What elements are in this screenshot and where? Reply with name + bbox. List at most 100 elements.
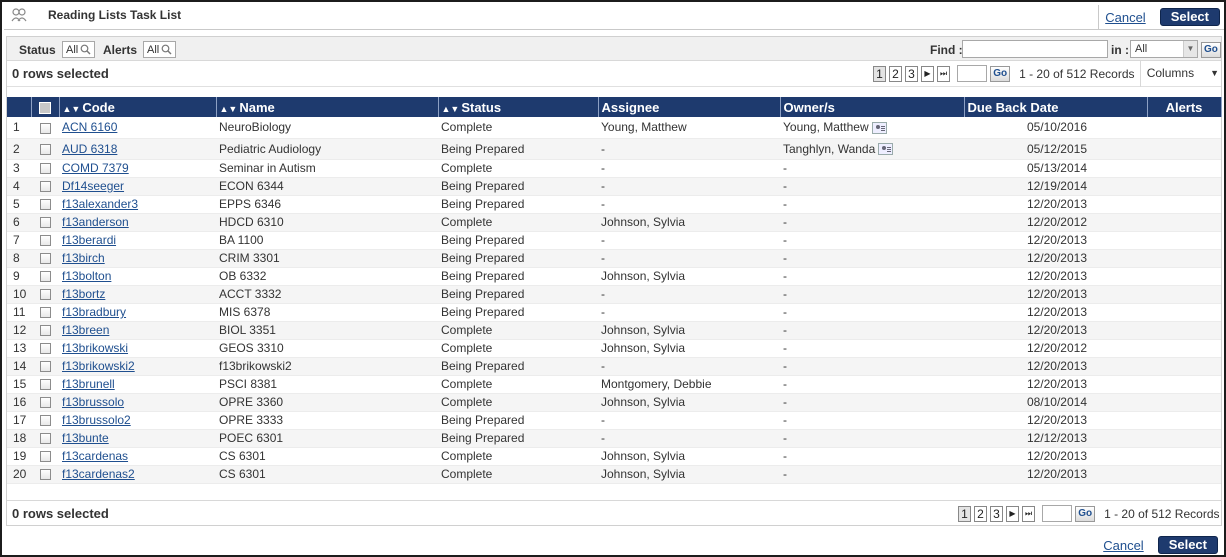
row-checkbox[interactable]: [39, 122, 51, 134]
next-page-icon[interactable]: ▶: [921, 65, 934, 82]
table-row[interactable]: 9 f13bolton OB 6332 Being Prepared Johnson, …: [7, 267, 1221, 286]
table-row[interactable]: 12 f13breen BIOL 3351 Complete Johnson, Sylv…: [7, 321, 1221, 340]
code-link[interactable]: f13bradbury: [62, 305, 126, 319]
row-checkbox[interactable]: [39, 271, 51, 283]
select-all-checkbox[interactable]: [39, 102, 51, 115]
table-row[interactable]: 1 ACN 6160 NeuroBiology Complete Young, Matt…: [7, 117, 1221, 139]
code-link[interactable]: f13berardi: [62, 233, 116, 247]
table-row[interactable]: 7 f13berardi BA 1100 Being Prepared - -12/20/…: [7, 231, 1221, 250]
code-link[interactable]: f13anderson: [62, 215, 129, 229]
code-link[interactable]: f13cardenas2: [62, 467, 135, 481]
table-row[interactable]: 13 f13brikowski GEOS 3310 Complete Johnson, …: [7, 339, 1221, 358]
row-checkbox[interactable]: [39, 433, 51, 445]
page-go-button[interactable]: Go: [1075, 505, 1096, 522]
row-checkbox[interactable]: [39, 397, 51, 409]
assignee-column-header[interactable]: Assignee: [598, 97, 781, 117]
status-filter-select[interactable]: All: [62, 41, 96, 58]
page-go-button[interactable]: Go: [990, 65, 1011, 82]
page-2-button[interactable]: 2: [974, 505, 987, 522]
page-1-button[interactable]: 1: [873, 65, 886, 82]
row-checkbox[interactable]: [39, 325, 51, 337]
code-link[interactable]: f13brikowski: [62, 341, 128, 355]
table-row[interactable]: 6 f13anderson HDCD 6310 Complete Johnson, Sy…: [7, 213, 1221, 232]
code-link[interactable]: f13bolton: [62, 269, 111, 283]
row-checkbox[interactable]: [39, 235, 51, 247]
row-checkbox[interactable]: [39, 469, 51, 481]
row-checkbox[interactable]: [39, 343, 51, 355]
alerts-cell: [1147, 231, 1221, 250]
table-row[interactable]: 16 f13brussolo OPRE 3360 Complete Johnson, S…: [7, 393, 1221, 412]
row-checkbox[interactable]: [39, 181, 51, 193]
page-3-button[interactable]: 3: [990, 505, 1003, 522]
code-link[interactable]: f13cardenas: [62, 449, 128, 463]
find-input[interactable]: [962, 40, 1108, 58]
status-cell: Complete: [438, 213, 598, 232]
row-checkbox[interactable]: [39, 163, 51, 175]
name-column-header[interactable]: ▲▼ Name: [216, 97, 439, 117]
table-row[interactable]: 14 f13brikowski2 f13brikowski2 Being Prepar…: [7, 357, 1221, 376]
row-checkbox[interactable]: [39, 379, 51, 391]
row-checkbox[interactable]: [39, 361, 51, 373]
table-row[interactable]: 17 f13brussolo2 OPRE 3333 Being Prepared - -1…: [7, 411, 1221, 430]
alerts-cell: [1147, 177, 1221, 196]
code-link[interactable]: f13brunell: [62, 377, 115, 391]
contact-card-icon[interactable]: [878, 143, 894, 156]
due-date-column-header[interactable]: Due Back Date: [964, 97, 1148, 117]
row-checkbox[interactable]: [39, 415, 51, 427]
row-checkbox[interactable]: [39, 217, 51, 229]
owners-column-header[interactable]: Owner/s: [780, 97, 965, 117]
code-link[interactable]: f13alexander3: [62, 197, 138, 211]
page-1-button[interactable]: 1: [958, 505, 971, 522]
cancel-link[interactable]: Cancel: [1105, 10, 1145, 25]
find-go-button[interactable]: Go: [1201, 42, 1221, 58]
code-link[interactable]: f13brikowski2: [62, 359, 135, 373]
find-in-select[interactable]: All ▼: [1130, 40, 1198, 58]
table-row[interactable]: 15 f13brunell PSCI 8381 Complete Montgomery,…: [7, 375, 1221, 394]
select-button[interactable]: Select: [1157, 536, 1218, 554]
row-checkbox[interactable]: [39, 307, 51, 319]
table-row[interactable]: 11 f13bradbury MIS 6378 Being Prepared - -12/…: [7, 303, 1221, 322]
table-row[interactable]: 18 f13bunte POEC 6301 Being Prepared - -12/12…: [7, 429, 1221, 448]
row-checkbox[interactable]: [39, 143, 51, 155]
table-row[interactable]: 5 f13alexander3 EPPS 6346 Being Prepared - -1…: [7, 195, 1221, 214]
page-2-button[interactable]: 2: [889, 65, 902, 82]
code-link[interactable]: AUD 6318: [62, 142, 117, 156]
last-page-icon[interactable]: ⏭: [937, 65, 951, 82]
row-checkbox[interactable]: [39, 199, 51, 211]
code-link[interactable]: f13brussolo: [62, 395, 124, 409]
table-row[interactable]: 2 AUD 6318 Pediatric Audiology Being Prepar…: [7, 138, 1221, 160]
table-row[interactable]: 8 f13birch CRIM 3301 Being Prepared - -12/20/…: [7, 249, 1221, 268]
table-row[interactable]: 10 f13bortz ACCT 3332 Being Prepared - -12/20…: [7, 285, 1221, 304]
assignee-cell: -: [598, 177, 780, 196]
row-checkbox[interactable]: [39, 253, 51, 265]
table-row[interactable]: 4 Df14seeger ECON 6344 Being Prepared - -12/1…: [7, 177, 1221, 196]
code-link[interactable]: f13bunte: [62, 431, 109, 445]
status-column-header[interactable]: ▲▼ Status: [438, 97, 599, 117]
code-link[interactable]: f13brussolo2: [62, 413, 131, 427]
cancel-link[interactable]: Cancel: [1103, 538, 1143, 553]
code-link[interactable]: COMD 7379: [62, 161, 129, 175]
last-page-icon[interactable]: ⏭: [1022, 505, 1036, 522]
row-checkbox[interactable]: [39, 451, 51, 463]
status-cell: Complete: [438, 117, 598, 139]
name-cell: CRIM 3301: [216, 249, 438, 268]
page-number-input[interactable]: [957, 65, 988, 82]
page-3-button[interactable]: 3: [905, 65, 918, 82]
columns-menu-button[interactable]: Columns ▼: [1147, 66, 1219, 80]
table-row[interactable]: 20 f13cardenas2 CS 6301 Complete Johnson, Sy…: [7, 465, 1221, 484]
code-link[interactable]: ACN 6160: [62, 120, 117, 134]
contact-card-icon[interactable]: [871, 122, 887, 135]
row-checkbox[interactable]: [39, 289, 51, 301]
alerts-filter-select[interactable]: All: [143, 41, 177, 58]
table-row[interactable]: 19 f13cardenas CS 6301 Complete Johnson, Syl…: [7, 447, 1221, 466]
page-number-input[interactable]: [1042, 505, 1073, 522]
code-link[interactable]: f13breen: [62, 323, 109, 337]
code-link[interactable]: f13birch: [62, 251, 105, 265]
table-row[interactable]: 3 COMD 7379 Seminar in Autism Complete - -05/…: [7, 159, 1221, 178]
next-page-icon[interactable]: ▶: [1006, 505, 1019, 522]
code-link[interactable]: Df14seeger: [62, 179, 124, 193]
code-link[interactable]: f13bortz: [62, 287, 105, 301]
alerts-column-header[interactable]: Alerts: [1147, 97, 1222, 117]
select-button[interactable]: Select: [1159, 8, 1220, 26]
code-column-header[interactable]: ▲▼ Code: [59, 97, 217, 117]
